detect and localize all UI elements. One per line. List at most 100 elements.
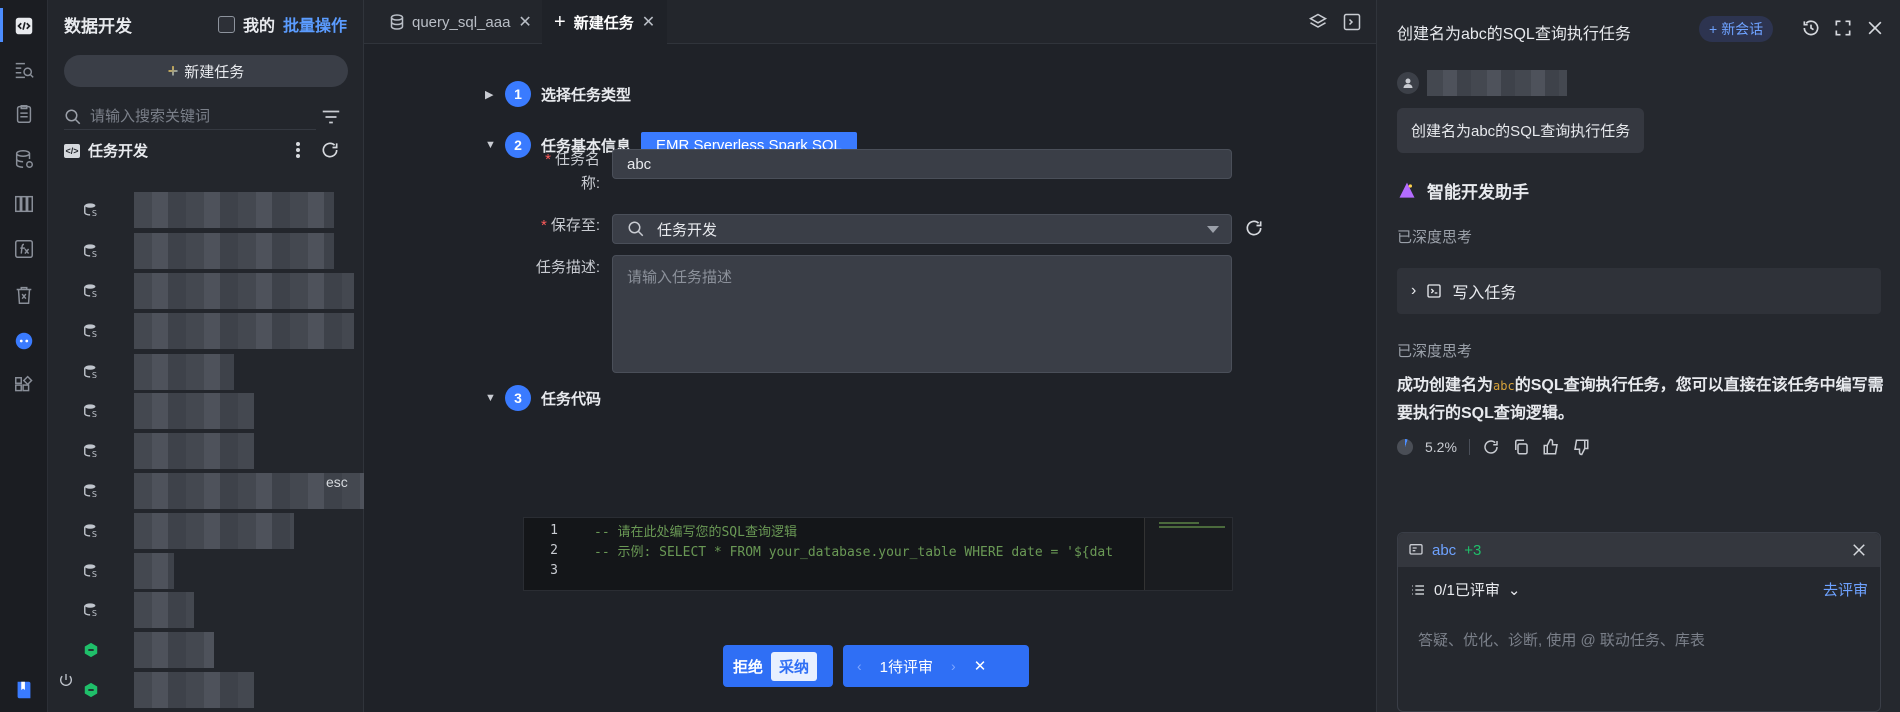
answer-meta: 5.2% [1397,438,1590,456]
save-location-label: * 保存至: [540,217,600,234]
review-actions: 拒绝 采纳 [723,645,833,687]
spark-task-icon [82,641,100,659]
list-item[interactable]: S [82,553,174,589]
blurred-task-name [134,313,354,349]
list-item[interactable]: S [82,354,234,390]
svg-text:S: S [92,250,97,259]
svg-text:S: S [92,490,97,499]
context-chip[interactable]: abc +3 [1398,533,1880,567]
filter-icon[interactable] [320,106,342,128]
name-label-wrap: 称: [580,175,600,192]
batch-operation-link[interactable]: 批量操作 [283,12,347,36]
database-icon[interactable] [12,147,36,171]
new-task-button[interactable]: + 新建任务 [64,55,348,87]
docs-icon[interactable] [12,678,36,702]
mine-filter[interactable]: 我的 批量操作 [218,12,347,36]
refresh-icon[interactable] [320,140,340,160]
step-label: 任务代码 [541,390,602,408]
usage-pie-icon [1397,439,1413,455]
blurred-task-name [134,553,174,589]
terminal-icon [1427,284,1441,298]
close-icon[interactable]: ✕ [518,12,531,32]
close-icon[interactable] [1865,18,1885,38]
search-input[interactable] [90,108,300,125]
list-item[interactable]: S [82,192,334,228]
avatar [1397,72,1419,94]
thumbs-up-icon[interactable] [1542,438,1560,456]
tree-root-folder[interactable]: </> 任务开发 [64,140,148,161]
accept-button[interactable]: 采纳 [771,651,818,681]
sql-task-icon: S [82,522,100,540]
task-name-input[interactable]: abc [612,149,1232,179]
query-icon[interactable] [12,58,36,82]
app-window: 数据开发 我的 批量操作 + 新建任务 </> 任务开发 S S S S S S… [0,0,1900,712]
chat-input[interactable]: 答疑、优化、诊断, 使用 @ 联动任务、库表 [1418,629,1705,650]
pending-review-count: 1待评审 [879,658,934,676]
save-location-select[interactable]: 任务开发 [612,214,1232,244]
step-select-type[interactable]: ▶ 1 选择任务类型 [485,81,631,107]
copilot-icon[interactable] [12,329,36,353]
tab-query-sql[interactable]: query_sql_aaa ✕ [378,0,544,44]
svg-text:S: S [92,530,97,539]
sql-task-icon: S [82,442,100,460]
copy-icon[interactable] [1512,438,1530,456]
blurred-task-name [134,273,354,309]
review-status[interactable]: 0/1已评审 ⌄ [1410,579,1520,600]
reject-button[interactable]: 拒绝 [733,656,763,677]
list-item[interactable]: S [82,473,364,509]
refresh-icon[interactable] [1244,218,1264,238]
clipboard-icon[interactable] [12,102,36,126]
list-item[interactable]: S [82,393,254,429]
list-item[interactable]: S [82,433,254,469]
tab-new-task[interactable]: + 新建任务 ✕ [542,0,668,44]
fullscreen-icon[interactable] [1833,18,1853,38]
list-item[interactable]: S [82,513,294,549]
list-item[interactable] [82,632,214,668]
close-icon[interactable] [1850,541,1868,559]
new-chat-button[interactable]: + 新会话 [1699,16,1774,42]
list-item[interactable] [82,672,254,708]
prev-icon[interactable]: ‹ [857,658,862,674]
regenerate-icon[interactable] [1482,438,1500,456]
caret-right-icon: ▶ [485,88,494,101]
function-icon[interactable] [12,237,36,261]
more-vertical-icon[interactable] [290,140,306,160]
svg-text:S: S [92,450,97,459]
thought-status[interactable]: 已深度思考 [1397,340,1472,361]
recycle-bin-icon[interactable] [12,283,36,307]
assistant-header: 智能开发助手 [1397,178,1529,203]
step-task-code[interactable]: ▼ 3 任务代码 [485,385,601,411]
power-icon[interactable] [58,672,74,688]
close-icon[interactable]: ✕ [974,657,987,675]
mine-checkbox[interactable] [218,15,235,33]
plus-icon: + [1709,21,1718,37]
list-item[interactable]: S [82,313,354,349]
ai-assistant-panel: 创建名为abc的SQL查询执行任务 + 新会话 创建名为abc的SQL查询执行任务… [1376,0,1900,712]
code-dev-icon[interactable] [12,14,36,38]
write-task-step[interactable]: › 写入任务 [1397,268,1881,314]
step-number: 2 [505,132,531,158]
terminal-panel-icon[interactable] [1342,12,1362,32]
list-item[interactable]: S [82,273,354,309]
assistant-answer: 成功创建名为abc的SQL查询执行任务，您可以直接在该任务中编写需要执行的SQL… [1397,377,1884,422]
next-icon[interactable]: › [951,658,956,674]
task-file-icon [1409,544,1423,555]
close-icon[interactable]: ✕ [642,12,655,32]
go-review-link[interactable]: 去评审 [1823,579,1868,600]
task-form: ▶ 1 选择任务类型 ▼ 2 任务基本信息 EMR Serverless Spa… [364,44,1376,712]
history-icon[interactable] [1801,18,1821,38]
description-textarea[interactable]: 请输入任务描述 [612,255,1232,373]
code-editor[interactable]: 1 -- 请在此处编写您的SQL查询逻辑 2 -- 示例: SELECT * FRO… [523,517,1233,591]
chevron-right-icon: › [1411,282,1417,299]
apps-icon[interactable] [12,374,36,398]
books-icon[interactable] [12,192,36,216]
thought-status[interactable]: 已深度思考 [1397,226,1472,247]
layers-icon[interactable] [1308,12,1328,32]
code-minimap[interactable] [1144,518,1232,590]
caret-down-icon: ▼ [485,392,496,404]
list-item[interactable]: S [82,592,194,628]
sql-task-icon: S [82,322,100,340]
thumbs-down-icon[interactable] [1572,438,1590,456]
list-item[interactable]: S [82,233,334,269]
svg-text:S: S [92,609,97,618]
